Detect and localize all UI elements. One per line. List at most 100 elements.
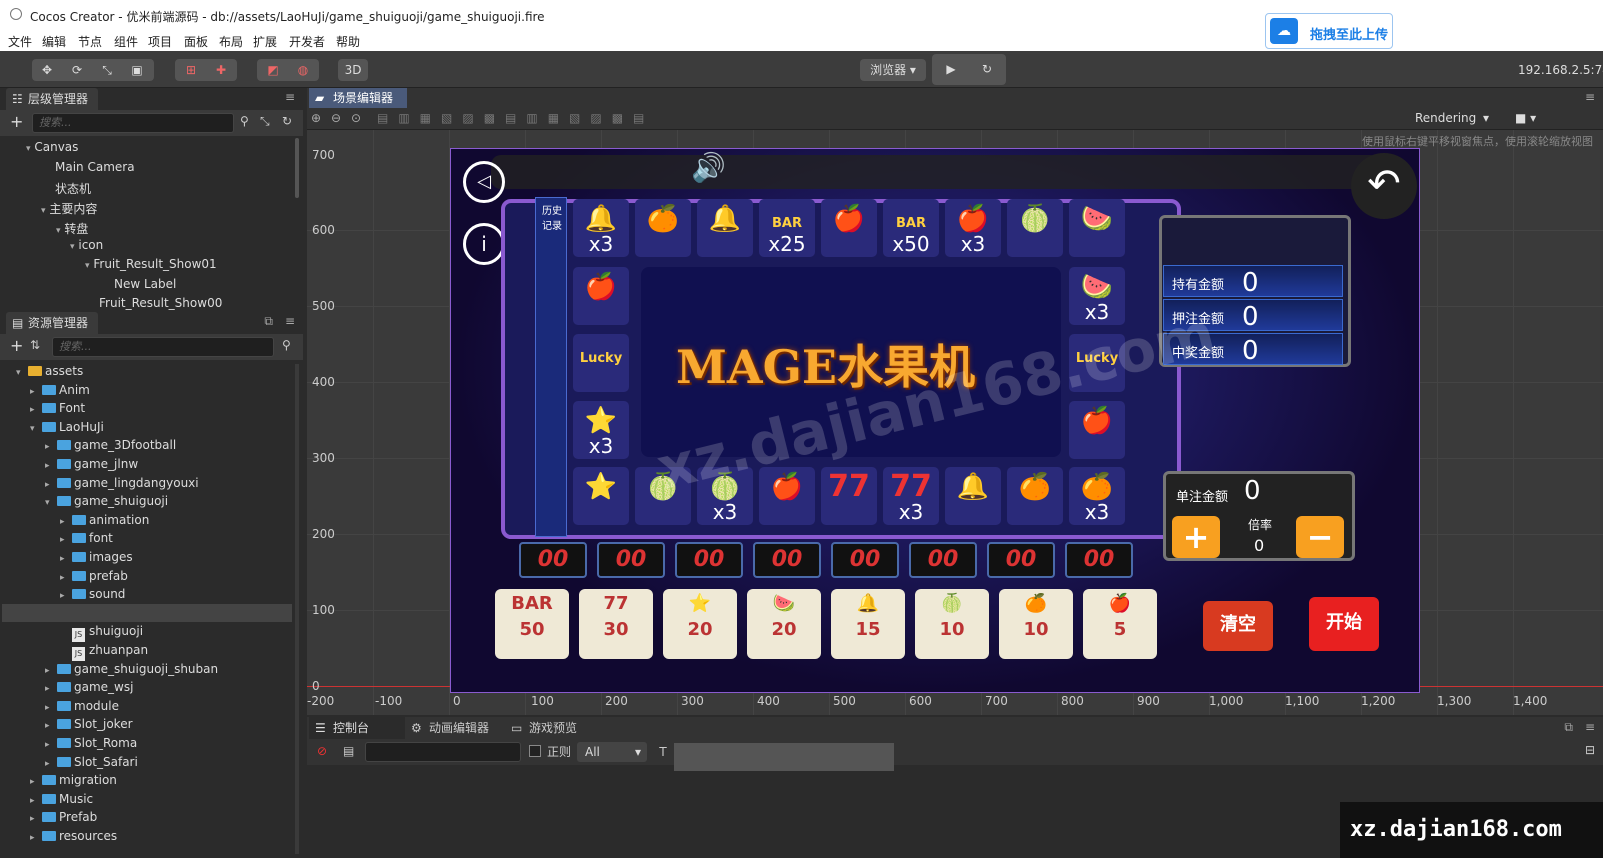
tree-node[interactable]: ▾ 转盘 [56,220,88,237]
tab-animation-editor[interactable]: ⚙ 动画编辑器 [407,717,507,739]
increase-button[interactable]: + [1172,516,1220,558]
bet-card[interactable]: 🍉 20 [747,589,821,659]
move-tool-icon[interactable]: ✥ [34,59,60,81]
expand-arrow-icon[interactable]: ▸ [30,796,42,806]
clear-button[interactable]: 清空 [1203,601,1273,651]
expand-arrow-icon[interactable]: ▸ [60,517,72,527]
menu-developer[interactable]: 开发者 [289,33,325,50]
bet-card[interactable]: 🍊 10 [999,589,1073,659]
panel-menu-icon[interactable]: ≡ [285,314,295,328]
tab-game-preview[interactable]: ▭ 游戏预览 [509,717,609,739]
expand-arrow-icon[interactable]: ▸ [30,833,42,843]
asset-item[interactable]: ▸ module [45,699,119,713]
sort-icon[interactable]: ⇅ [30,338,40,352]
console-filter-input[interactable] [365,742,521,762]
tab-assets[interactable]: ▤ 资源管理器 [6,312,98,334]
volume-icon[interactable]: 🔊 [691,151,726,184]
tree-node[interactable]: 状态机 [55,180,91,197]
asset-item[interactable]: ▸ Slot_Roma [45,736,137,750]
align-tools-icon[interactable]: ▤▥▦▧▨▩▤▥▦▧▨▩▤ [377,111,654,125]
bet-card[interactable]: 🍎 5 [1083,589,1157,659]
asset-item[interactable]: ▸ game_3Dfootball [45,438,176,452]
tab-scene-editor[interactable]: ▰ 场景编辑器 [309,88,407,108]
expand-arrow-icon[interactable]: ▾ [56,226,61,236]
bet-card[interactable]: 77 30 [579,589,653,659]
scrollbar[interactable] [295,364,299,854]
panel-menu-icon[interactable]: ≡ [285,90,295,104]
menu-node[interactable]: 节点 [78,33,102,50]
expand-arrow-icon[interactable]: ▸ [30,777,42,787]
decrease-button[interactable]: − [1296,516,1344,558]
zoom-reset-icon[interactable]: ⊙ [351,111,361,125]
menu-file[interactable]: 文件 [8,33,32,50]
menu-component[interactable]: 组件 [114,33,138,50]
rendering-select[interactable]: Rendering [1415,111,1476,125]
tab-console[interactable]: ☰ 控制台 [309,717,405,739]
add-asset-icon[interactable]: + [10,336,23,355]
scrollbar[interactable] [295,138,299,198]
asset-item[interactable]: ▸ Anim [30,383,90,397]
expand-arrow-icon[interactable]: ▸ [60,573,72,583]
snap-icon[interactable]: ◩ [260,59,286,81]
zoom-in-icon[interactable]: ⊕ [311,111,321,125]
popout-icon[interactable]: ⧉ [1564,720,1573,735]
assets-search-input[interactable]: 搜索... [52,337,274,357]
search-icon[interactable]: ⚲ [240,114,249,128]
rotate-tool-icon[interactable]: ⟳ [64,59,90,81]
expand-arrow-icon[interactable]: ▸ [45,666,57,676]
asset-item[interactable]: ▸ animation [60,513,149,527]
bet-card[interactable]: ⭐ 20 [663,589,737,659]
tree-node[interactable]: ▾ Fruit_Result_Show01 [85,257,217,271]
pivot-icon[interactable]: ⊞ [178,59,204,81]
menu-extension[interactable]: 扩展 [253,33,277,50]
zoom-out-icon[interactable]: ⊖ [331,111,341,125]
local-icon[interactable]: ✚ [208,59,234,81]
expand-arrow-icon[interactable]: ▸ [45,442,57,452]
grid-icon[interactable]: ◍ [290,59,316,81]
game-canvas[interactable]: 🔊 ◁ i ↶ 历史记录 🔔 x3 🍊 🔔 BAR x25 🍎 BAR x50 🍎 x3 🍈 🍉 ⭐ 🍈 🍈 x… [450,148,1420,693]
asset-item[interactable]: ▸ game_shuiguoji_shuban [45,662,218,676]
expand-arrow-icon[interactable]: ▾ [26,144,31,154]
asset-item[interactable]: ▾ assets [16,364,83,378]
expand-arrow-icon[interactable]: ▸ [30,814,42,824]
search-icon[interactable]: ⚲ [282,338,291,352]
expand-arrow-icon[interactable]: ▸ [60,591,72,601]
tree-node[interactable]: Main Camera [55,160,135,174]
refresh-icon[interactable]: ↻ [974,58,1000,80]
expand-arrow-icon[interactable]: ▸ [30,405,42,415]
add-node-icon[interactable]: + [10,112,23,131]
camera-icon[interactable]: ■ ▾ [1515,111,1536,125]
expand-arrow-icon[interactable]: ▸ [45,759,57,769]
start-button[interactable]: 开始 [1309,597,1379,651]
tab-hierarchy[interactable]: ☷ 层级管理器 [6,88,98,110]
tree-node[interactable]: ▾ icon [70,238,103,252]
asset-item[interactable]: ▸ game_lingdangyouxi [45,476,199,490]
menu-panel[interactable]: 面板 [184,33,208,50]
collapse-console-icon[interactable]: ⊟ [1585,743,1595,757]
expand-arrow-icon[interactable]: ▸ [45,703,57,713]
asset-item[interactable]: JS shuiguoji [60,624,143,643]
panel-menu-icon[interactable]: ≡ [1585,90,1595,104]
asset-item[interactable]: ▸ game_jlnw [45,457,138,471]
hierarchy-search-input[interactable]: 搜索... [32,113,234,133]
asset-item[interactable]: ▸ Slot_Safari [45,755,138,769]
rect-tool-icon[interactable]: ▣ [124,59,150,81]
log-level-select[interactable]: All ▾ [577,742,647,762]
asset-item[interactable]: ▸ Prefab [30,810,97,824]
tree-node[interactable]: ▾ 主要内容 [41,200,97,217]
menu-edit[interactable]: 编辑 [42,33,66,50]
asset-item[interactable]: ▾ game_shuiguoji [45,494,168,508]
back-icon[interactable]: ↶ [1351,153,1417,219]
asset-item[interactable]: ▸ images [60,550,133,564]
panel-menu-icon[interactable]: ≡ [1585,720,1595,734]
scale-tool-icon[interactable]: ⤡ [94,59,120,81]
asset-item[interactable]: ▸ game_wsj [45,680,133,694]
tree-node[interactable]: New Label [114,277,176,291]
menu-project[interactable]: 项目 [148,33,172,50]
regex-checkbox[interactable] [529,745,541,757]
menu-layout[interactable]: 布局 [219,33,243,50]
expand-arrow-icon[interactable]: ▸ [60,535,72,545]
tree-node[interactable]: ▾ Canvas [26,140,78,154]
font-size-icon[interactable]: Ｔ [657,743,669,760]
collapse-icon[interactable]: ⤡ [260,114,270,129]
